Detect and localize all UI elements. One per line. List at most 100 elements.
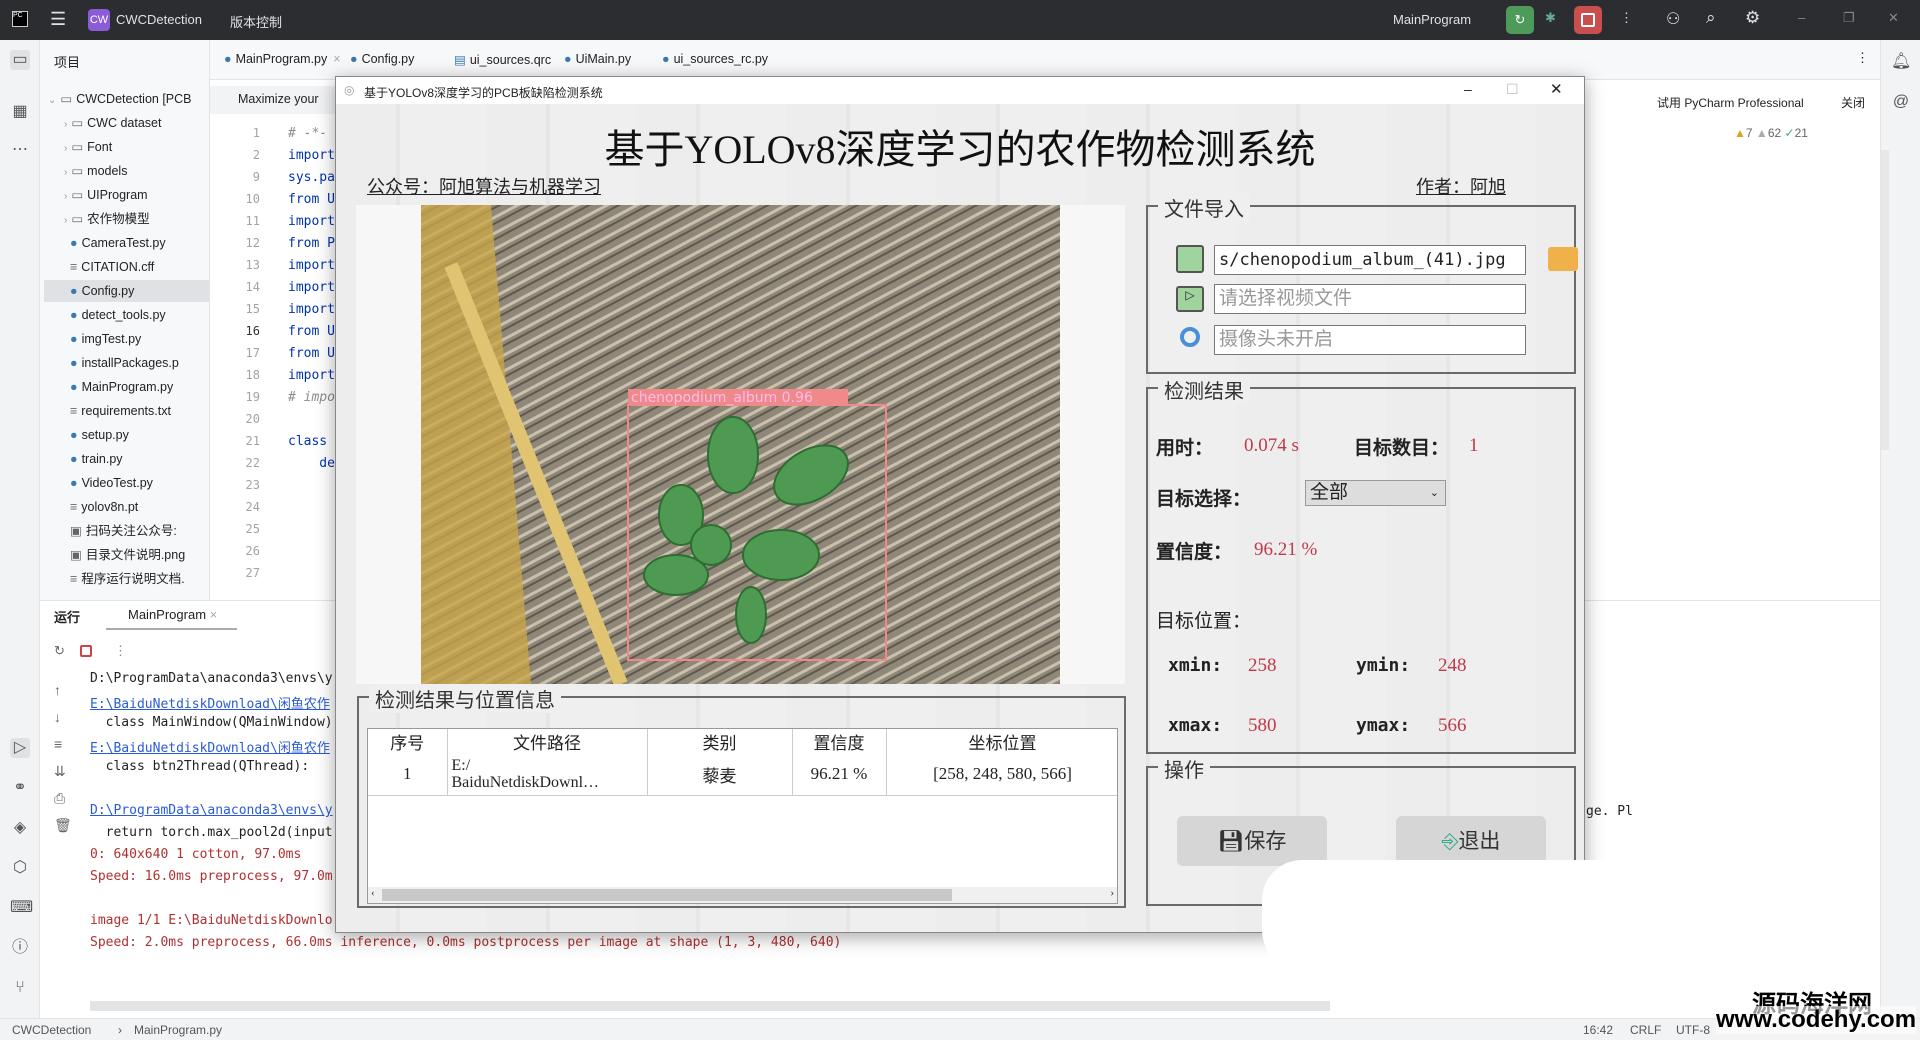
terminal-icon[interactable]: ⌨: [10, 898, 33, 918]
tree-item[interactable]: ⌄ ▭ CWCDetection [PCB: [48, 88, 209, 110]
column-header[interactable]: 序号: [368, 729, 448, 754]
tab-ui_sources_rc-py[interactable]: ● ui_sources_rc.py: [662, 52, 768, 66]
console-line[interactable]: E:\BaiduNetdiskDownload\闲鱼农作: [90, 693, 330, 712]
exit-button[interactable]: ⎆退出: [1396, 816, 1546, 866]
line-separator[interactable]: CRLF: [1630, 1023, 1661, 1037]
scrollbar-thumb[interactable]: [382, 889, 952, 901]
more-tools-icon[interactable]: ⋯: [10, 140, 30, 160]
target-select-dropdown[interactable]: 全部 ⌄: [1305, 480, 1446, 506]
tab-config-py[interactable]: ● Config.py: [350, 52, 414, 66]
project-switcher[interactable]: CWCDetection: [116, 12, 202, 27]
column-header[interactable]: 置信度: [792, 729, 887, 754]
chevron-icon[interactable]: ›: [64, 191, 67, 202]
tree-item[interactable]: ● CameraTest.py: [70, 232, 209, 254]
breadcrumb-project[interactable]: CWCDetection: [12, 1023, 91, 1037]
close-tab-icon[interactable]: ×: [210, 607, 218, 622]
tree-item[interactable]: ● MainProgram.py: [70, 376, 209, 398]
run-tool-icon[interactable]: ▷: [10, 738, 30, 758]
console-h-scrollbar[interactable]: [90, 1001, 1330, 1011]
chevron-icon[interactable]: ›: [64, 215, 67, 226]
project-panel-title[interactable]: 项目: [54, 52, 80, 71]
trash-icon[interactable]: 🗑: [54, 812, 72, 839]
inspection-widget[interactable]: ▲7 ▲62 ✓21: [1734, 126, 1808, 140]
tree-item[interactable]: ● Config.py: [44, 280, 209, 302]
rerun-button[interactable]: ↻: [1506, 6, 1534, 34]
column-header[interactable]: 文件路径: [447, 729, 648, 754]
chevron-icon[interactable]: ›: [64, 167, 67, 178]
close-icon[interactable]: ✕: [1888, 10, 1899, 26]
tab-mainprogram-py[interactable]: ● MainProgram.py ×: [224, 52, 341, 66]
close-tab-icon[interactable]: ×: [333, 52, 340, 66]
services-icon[interactable]: ⬡: [10, 858, 30, 878]
tree-item[interactable]: ● setup.py: [70, 424, 209, 446]
soft-wrap-icon[interactable]: ≡: [54, 731, 72, 758]
chevron-icon[interactable]: ›: [64, 119, 67, 130]
tree-item[interactable]: › ▭ 农作物模型: [64, 208, 209, 230]
video-path-input[interactable]: 请选择视频文件: [1214, 284, 1526, 314]
console-line[interactable]: D:\ProgramData\anaconda3\envs\y: [90, 803, 333, 818]
video-file-icon[interactable]: ▷: [1176, 286, 1204, 312]
gear-icon[interactable]: ⚙: [1745, 8, 1760, 28]
rerun-icon[interactable]: ↻: [54, 643, 65, 659]
run-more-icon[interactable]: ⋮: [114, 643, 127, 659]
stop-button[interactable]: [1574, 6, 1602, 34]
result-table[interactable]: 序号 文件路径 类别 置信度 坐标位置 1 E:/ BaiduNetdiskDownl… 藜…: [367, 728, 1118, 904]
down-icon[interactable]: ↓: [54, 704, 72, 731]
problems-icon[interactable]: ⓘ: [10, 938, 30, 958]
tree-item[interactable]: ● imgTest.py: [70, 328, 209, 350]
chevron-icon[interactable]: ›: [64, 143, 67, 154]
up-icon[interactable]: ↑: [54, 677, 72, 704]
image-path-input[interactable]: s/chenopodium_album_(41).jpg: [1214, 245, 1526, 275]
layers-icon[interactable]: ◈: [10, 818, 30, 838]
camera-icon[interactable]: [1180, 327, 1200, 347]
main-menu-icon[interactable]: ☰: [50, 9, 66, 30]
tree-item[interactable]: ≡ requirements.txt: [70, 400, 209, 422]
tab-ui_sources-qrc[interactable]: ▤ ui_sources.qrc: [454, 52, 551, 67]
tree-item[interactable]: ● installPackages.p: [70, 352, 209, 374]
project-tool-icon[interactable]: ▭: [10, 50, 30, 70]
console-line[interactable]: E:\BaiduNetdiskDownload\闲鱼农作: [90, 737, 330, 756]
debug-icon[interactable]: ✱: [1545, 10, 1556, 26]
restore-icon[interactable]: ❐: [1843, 10, 1855, 26]
tabs-more-icon[interactable]: ⋮: [1856, 50, 1869, 66]
scroll-right-icon[interactable]: ›: [1110, 887, 1114, 899]
app-maximize-button[interactable]: ☐: [1506, 81, 1519, 98]
chevron-icon[interactable]: ⌄: [48, 95, 56, 106]
editor-scrollbar[interactable]: [1881, 150, 1889, 450]
notifications-icon[interactable]: 🔔︎: [1891, 52, 1911, 72]
print-icon[interactable]: ⎙: [54, 785, 72, 812]
image-file-icon[interactable]: [1176, 245, 1204, 273]
more-icon[interactable]: ⋮: [1620, 10, 1633, 26]
stop-icon[interactable]: [80, 645, 92, 657]
tree-item[interactable]: › ▭ Font: [64, 136, 209, 158]
run-tab-mainprogram[interactable]: MainProgram ×: [106, 607, 238, 630]
table-row[interactable]: 1 E:/ BaiduNetdiskDownl… 藜麦 96.21 % [258, 24…: [368, 754, 1117, 795]
tab-uimain-py[interactable]: ● UiMain.py: [564, 52, 631, 66]
ai-assistant-icon[interactable]: @: [1891, 92, 1911, 112]
run-config-selector[interactable]: MainProgram: [1393, 12, 1471, 27]
folder-open-icon[interactable]: [1548, 247, 1578, 271]
structure-icon[interactable]: ▦: [10, 102, 30, 122]
column-header[interactable]: 类别: [647, 729, 793, 754]
save-button[interactable]: 💾︎保存: [1177, 816, 1327, 866]
tree-item[interactable]: › ▭ UIProgram: [64, 184, 209, 206]
scroll-end-icon[interactable]: ⇊: [54, 758, 72, 785]
tree-item[interactable]: ● train.py: [70, 448, 209, 470]
close-banner-link[interactable]: 关闭: [1841, 94, 1865, 111]
scroll-left-icon[interactable]: ‹: [371, 887, 375, 899]
tree-item[interactable]: ≡ CITATION.cff: [70, 256, 209, 278]
camera-input[interactable]: 摄像头未开启: [1214, 325, 1526, 355]
git-icon[interactable]: ⑂: [10, 978, 30, 998]
tree-item[interactable]: › ▭ CWC dataset: [64, 112, 209, 134]
tree-item[interactable]: ▣ 扫码关注公众号:: [70, 520, 209, 542]
minimize-icon[interactable]: –: [1798, 10, 1805, 25]
python-console-icon[interactable]: ⚭: [10, 778, 30, 798]
table-h-scrollbar[interactable]: ‹ ›: [368, 887, 1117, 903]
tree-item[interactable]: ● VideoTest.py: [70, 472, 209, 494]
vcs-menu[interactable]: 版本控制: [230, 12, 282, 31]
column-header[interactable]: 坐标位置: [886, 729, 1117, 754]
tree-item[interactable]: › ▭ models: [64, 160, 209, 182]
tree-item[interactable]: ▣ 目录文件说明.png: [70, 544, 209, 566]
app-close-button[interactable]: ✕: [1550, 80, 1563, 98]
tree-item[interactable]: ≡ yolov8n.pt: [70, 496, 209, 518]
